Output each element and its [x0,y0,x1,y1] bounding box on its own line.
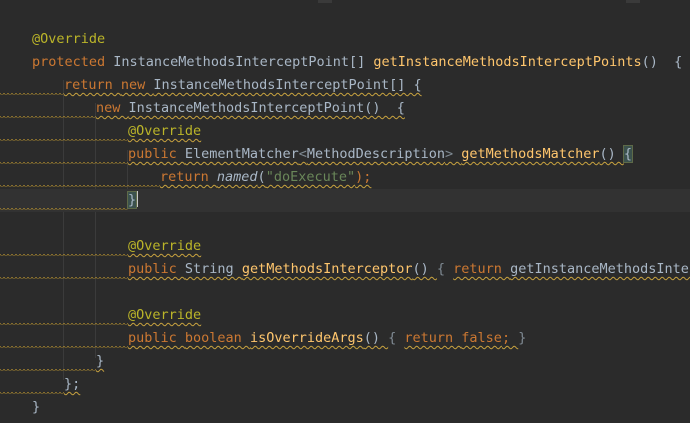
code-text: @Override [128,304,201,327]
warning-underline [0,115,96,118]
code-line[interactable]: new InstanceMethodsInterceptPoint() { [0,97,690,120]
top-scroll-markers [0,0,690,6]
code-token: ; [501,330,519,346]
code-text: public boolean isOverrideArgs() { return… [128,327,526,350]
code-token: public [128,261,185,277]
code-text: } [96,350,104,373]
code-token: () { [641,54,683,70]
code-token: } [96,353,105,369]
code-token: public [128,330,185,346]
warning-underline [0,322,128,325]
code-text: }; [64,373,80,396]
code-token: }; [64,376,81,392]
code-token: String [184,261,242,277]
code-text: @Override [128,235,201,258]
code-token: getInstanceMethodsInterceptPoints [373,54,642,70]
code-line[interactable]: @Override [0,235,690,258]
code-token: < [298,146,307,162]
code-token: @Override [32,31,106,47]
code-line[interactable]: @Override [0,28,690,51]
text-caret [136,191,139,207]
warning-underline [0,161,128,164]
code-token: protected [32,54,114,70]
warning-underline [0,92,64,95]
warning-underline [0,345,128,348]
fold-marker [318,0,332,3]
code-token: { [622,145,634,163]
code-token: new [96,100,129,116]
code-token: { [436,261,454,277]
code-token: return [404,330,462,346]
code-line[interactable]: public ElementMatcher<MethodDescription>… [0,143,690,166]
code-editor[interactable]: @Override protected InstanceMethodsInterc… [0,0,690,423]
code-token: () [363,330,389,346]
warning-underline [0,368,96,371]
code-token: InstanceMethodsInterceptPoint[] { [153,77,422,93]
code-token: > [445,146,462,162]
code-token: @Override [128,238,202,254]
code-token: getMethodsInterceptor [241,261,413,277]
code-token: } [518,330,527,346]
code-line[interactable]: protected InstanceMethodsInterceptPoint[… [0,51,690,74]
code-line[interactable]: return new InstanceMethodsInterceptPoint… [0,74,690,97]
code-token: ( [257,169,266,185]
code-token: return [160,169,217,185]
code-line[interactable]: } [0,396,690,419]
code-token: ); [355,169,372,185]
warning-underline [0,391,64,394]
code-line[interactable]: @Override [0,304,690,327]
code-line[interactable] [0,281,690,304]
code-token: public [128,146,185,162]
code-token: getMethodsMatcher [461,146,600,162]
code-token: @Override [128,123,202,139]
code-token: return [453,261,511,277]
code-line[interactable]: return named("doExecute"); [0,166,690,189]
code-token: false [461,330,502,346]
code-token: InstanceMethodsInterceptPoint() { [128,100,405,116]
code-text: public String getMethodsInterceptor() { … [128,258,690,281]
code-line[interactable]: } [0,189,690,212]
code-text: @Override [32,28,105,51]
code-token: boolean [184,330,250,346]
code-token: } [126,191,138,209]
code-text: protected InstanceMethodsInterceptPoint[… [32,51,682,74]
fold-marker [626,0,640,3]
code-token: ElementMatcher [184,146,299,162]
code-line[interactable]: }; [0,373,690,396]
warning-underline [0,207,128,210]
code-token: InstanceMethodsInterceptPoint[] [113,54,374,70]
code-token: named [216,169,258,185]
code-token: new [120,77,154,93]
code-token: isOverrideArgs [249,330,364,346]
code-text: @Override [128,120,201,143]
code-line[interactable] [0,212,690,235]
code-token: MethodDescription [306,146,446,162]
code-token: return [64,77,121,93]
warning-underline [0,138,128,141]
code-line[interactable]: public String getMethodsInterceptor() { … [0,258,690,281]
code-token: @Override [128,307,202,323]
code-text: } [126,189,139,212]
code-line[interactable]: } [0,350,690,373]
code-text: } [32,396,40,419]
code-token: "doExecute" [265,169,356,185]
code-token: () [599,146,624,162]
warning-underline [0,184,160,187]
code-text: return named("doExecute"); [160,166,371,189]
code-token: () [412,261,437,277]
warning-underline [0,253,128,256]
code-text: return new InstanceMethodsInterceptPoint… [64,74,422,97]
code-line[interactable]: public boolean isOverrideArgs() { return… [0,327,690,350]
code-text: public ElementMatcher<MethodDescription>… [128,143,634,166]
code-token: } [32,399,41,415]
code-line[interactable]: @Override [0,120,690,143]
code-token: getInstanceMethodsInterce [510,261,690,277]
code-token: { [388,330,405,346]
code-text: new InstanceMethodsInterceptPoint() { [96,97,405,120]
warning-underline [0,276,128,279]
